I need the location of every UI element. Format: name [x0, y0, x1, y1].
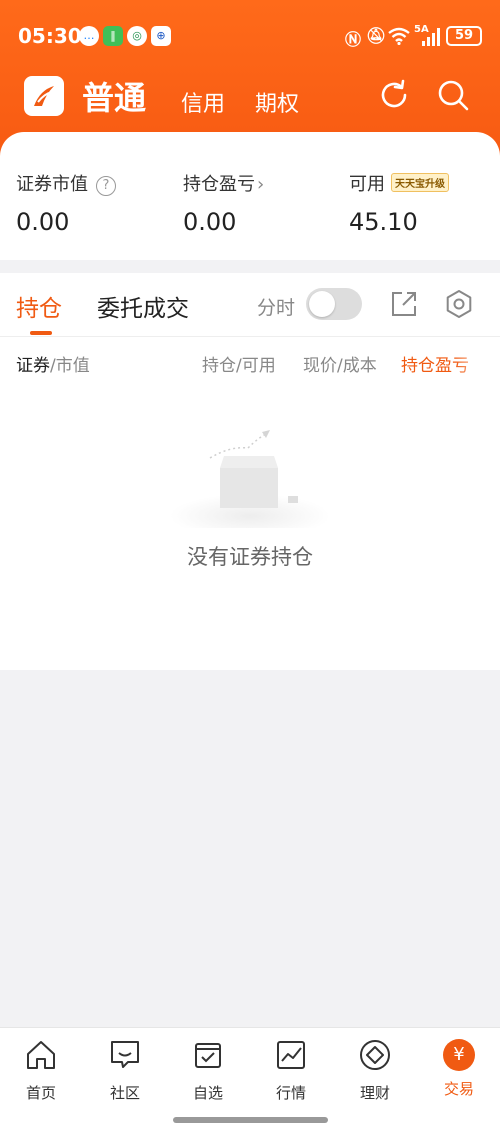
- tab-positions[interactable]: 持仓: [16, 289, 62, 323]
- chat-icon: [111, 1041, 139, 1068]
- app-logo: [24, 76, 64, 116]
- mute-icon: 🔕︎: [366, 26, 387, 45]
- home-icon: [27, 1041, 55, 1069]
- tab-orders[interactable]: 委托成交: [97, 289, 189, 323]
- column-position[interactable]: 持仓/可用: [202, 351, 276, 376]
- refresh-icon[interactable]: [377, 78, 411, 112]
- divider: [0, 336, 500, 337]
- status-time: 05:30: [18, 24, 82, 48]
- timeshare-label: 分时: [257, 297, 296, 319]
- market-value-amount: 0.00: [16, 208, 70, 236]
- position-pl-amount: 0.00: [183, 208, 237, 236]
- scroll-fade: [455, 347, 500, 377]
- search-icon[interactable]: [436, 78, 470, 112]
- nav-wealth[interactable]: 理财: [340, 1038, 410, 1103]
- yuan-icon: ¥: [443, 1039, 475, 1071]
- bank-icon: ⊕: [151, 26, 171, 46]
- nav-market[interactable]: 行情: [256, 1038, 326, 1103]
- share-icon[interactable]: [389, 289, 419, 319]
- settings-icon[interactable]: [444, 289, 474, 319]
- column-security[interactable]: 证券/市值: [16, 351, 90, 376]
- available-label: 可用: [349, 174, 385, 195]
- market-value: 证券市值? 0.00: [16, 170, 116, 236]
- tab-options[interactable]: 期权: [255, 86, 299, 118]
- available-amount: 45.10: [349, 208, 418, 236]
- chevron-right-icon: ›: [257, 174, 265, 195]
- bank-icon: ◎: [127, 26, 147, 46]
- market-value-label: 证券市值: [16, 174, 88, 195]
- nav-community[interactable]: 社区: [90, 1038, 160, 1103]
- chart-icon: [277, 1041, 305, 1069]
- holdings-panel: 持仓 委托成交 分时 证券/市值 持仓/可用 现价/成本 持仓盈亏 没有证券持仓: [0, 273, 500, 670]
- nav-trade[interactable]: ¥ 交易: [424, 1038, 494, 1099]
- tab-credit[interactable]: 信用: [181, 86, 225, 118]
- position-pl-label: 持仓盈亏: [183, 174, 255, 195]
- active-tab-indicator: [30, 331, 52, 335]
- bookmark-icon: [195, 1043, 221, 1068]
- available-funds: 可用 天天宝升级 45.10: [349, 170, 449, 236]
- position-pl[interactable]: 持仓盈亏 › 0.00: [183, 170, 264, 236]
- nfc-icon: Ⓝ: [345, 30, 362, 49]
- signal-icon: [422, 28, 440, 46]
- timeshare-toggle[interactable]: [306, 288, 362, 320]
- battery-indicator: 59: [446, 26, 482, 46]
- home-indicator[interactable]: [173, 1117, 328, 1123]
- nav-home[interactable]: 首页: [6, 1038, 76, 1103]
- tab-regular[interactable]: 普通: [82, 73, 146, 119]
- empty-box-illustration: [170, 430, 330, 528]
- empty-message: 没有证券持仓: [187, 545, 313, 569]
- column-price[interactable]: 现价/成本: [303, 351, 377, 376]
- account-summary: 证券市值? 0.00 持仓盈亏 › 0.00 可用 天天宝升级 45.10: [0, 132, 500, 260]
- app-icon: ‖: [103, 26, 123, 46]
- nav-watchlist[interactable]: 自选: [173, 1038, 243, 1103]
- wifi-icon: [388, 27, 410, 45]
- help-icon[interactable]: ?: [96, 176, 116, 196]
- message-icon: …: [79, 26, 99, 46]
- upgrade-badge[interactable]: 天天宝升级: [391, 173, 449, 192]
- diamond-icon: [360, 1040, 390, 1070]
- status-bar: 05:30 … ‖ ◎ ⊕ Ⓝ 🔕︎ 5A 59: [0, 0, 500, 70]
